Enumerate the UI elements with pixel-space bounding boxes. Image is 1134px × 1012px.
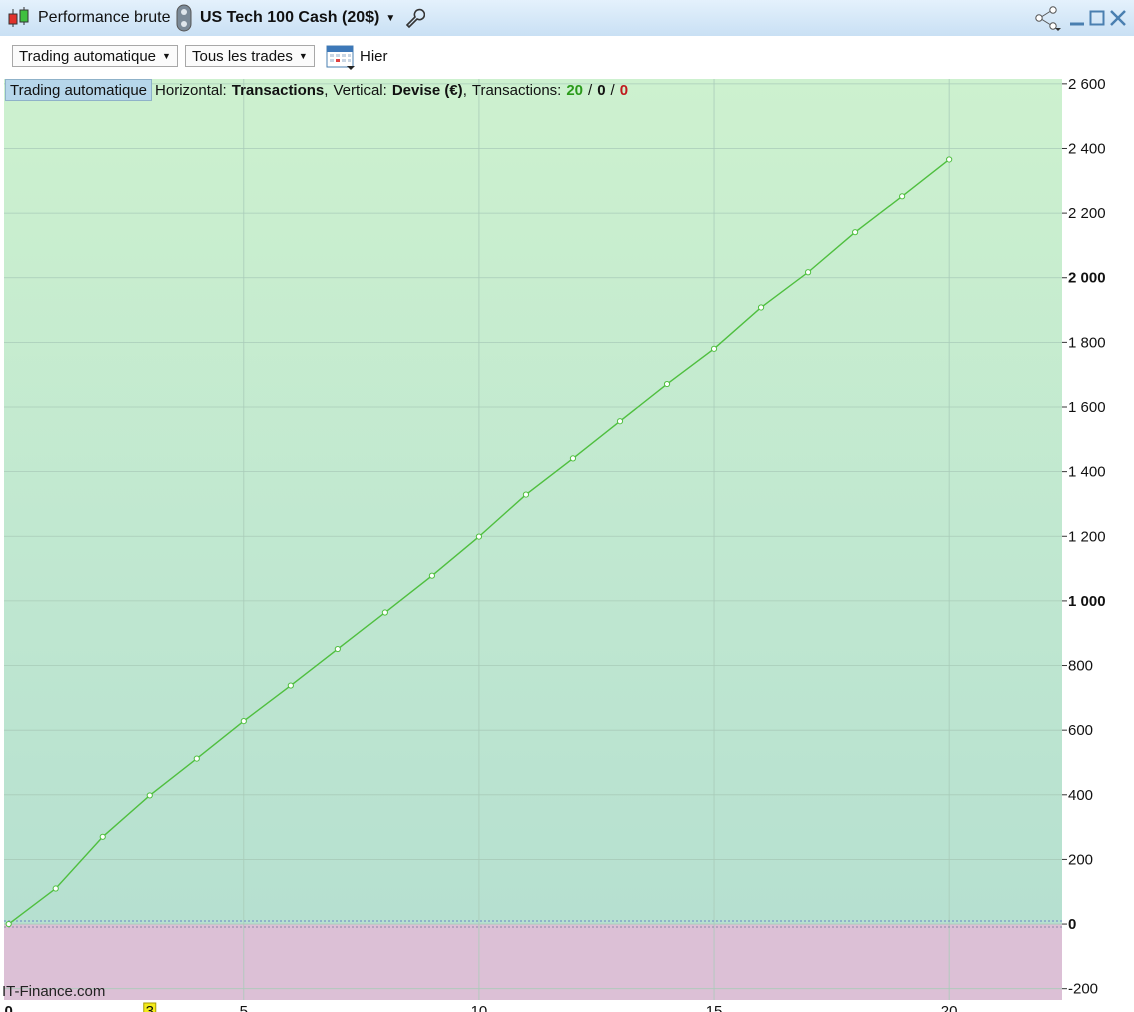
positive-zone	[4, 79, 1062, 925]
data-point	[334, 645, 341, 653]
transactions-label: Transactions:	[471, 81, 562, 99]
x-axis: 0 3 5 10 15 20	[5, 1002, 958, 1012]
y-tick-label: 400	[1068, 787, 1093, 804]
data-point	[899, 193, 906, 200]
data-point	[757, 304, 765, 311]
x-tick-label: 3	[146, 1003, 154, 1012]
y-tick-label: 800	[1068, 658, 1093, 675]
vertical-value: Devise (€)	[391, 81, 463, 99]
y-tick-label: 0	[1068, 916, 1076, 933]
y-tick-label: 600	[1068, 722, 1093, 739]
x-tick-label: 10	[471, 1003, 488, 1012]
data-point	[475, 533, 483, 540]
x-tick-label: 0	[5, 1003, 13, 1012]
separator: ,	[462, 81, 467, 99]
transactions-neutral: 0	[597, 81, 606, 99]
y-tick-label: 1 800	[1068, 334, 1106, 351]
y-tick-label: 2 600	[1068, 76, 1106, 93]
data-point	[852, 229, 859, 236]
y-tick-label: 200	[1068, 851, 1093, 868]
slash: /	[588, 81, 593, 99]
y-tick-label: 2 400	[1068, 140, 1106, 157]
transactions-loss: 0	[619, 81, 629, 99]
data-point	[52, 885, 59, 892]
horizontal-label: Horizontal:	[155, 81, 227, 99]
data-point	[240, 718, 247, 725]
y-axis: 2 600 2 400 2 200 2 000 1 800 1 600 1 400 1 200…	[1062, 76, 1106, 998]
separator: ,	[324, 81, 329, 99]
watermark: IT-Finance.com	[2, 983, 106, 1000]
y-tick-label: 2 200	[1068, 205, 1106, 222]
transactions-win: 20	[566, 81, 584, 99]
y-tick-label: 2 000	[1068, 270, 1106, 287]
info-bar: Trading automatique Horizontal: Transact…	[0, 78, 628, 102]
data-point	[663, 380, 671, 388]
data-point	[569, 455, 577, 462]
y-tick-label: 1 000	[1068, 593, 1106, 610]
data-point	[616, 418, 624, 425]
data-point	[522, 491, 530, 498]
data-point	[804, 269, 812, 276]
vertical-label: Vertical:	[333, 81, 387, 99]
y-tick-label: 1 600	[1068, 399, 1106, 416]
performance-chart: 2 600 2 400 2 200 2 000 1 800 1 600 1 400 1 200…	[4, 76, 1106, 1012]
slash: /	[610, 81, 615, 99]
x-tick-label: 5	[240, 1003, 248, 1012]
data-point	[193, 755, 200, 762]
y-tick-label: 1 400	[1068, 464, 1106, 481]
info-tag[interactable]: Trading automatique	[5, 79, 153, 101]
data-point	[5, 920, 12, 928]
data-point	[287, 682, 294, 689]
horizontal-value: Transactions	[231, 81, 325, 99]
data-point	[99, 833, 106, 840]
data-point	[428, 572, 436, 579]
y-tick-label: -200	[1068, 981, 1098, 998]
data-point	[146, 792, 153, 799]
x-tick-label: 20	[941, 1003, 958, 1012]
data-point	[381, 609, 388, 616]
data-point	[946, 156, 953, 163]
y-tick-label: 1 200	[1068, 528, 1106, 545]
x-tick-label: 15	[706, 1003, 723, 1012]
data-point	[710, 345, 718, 352]
